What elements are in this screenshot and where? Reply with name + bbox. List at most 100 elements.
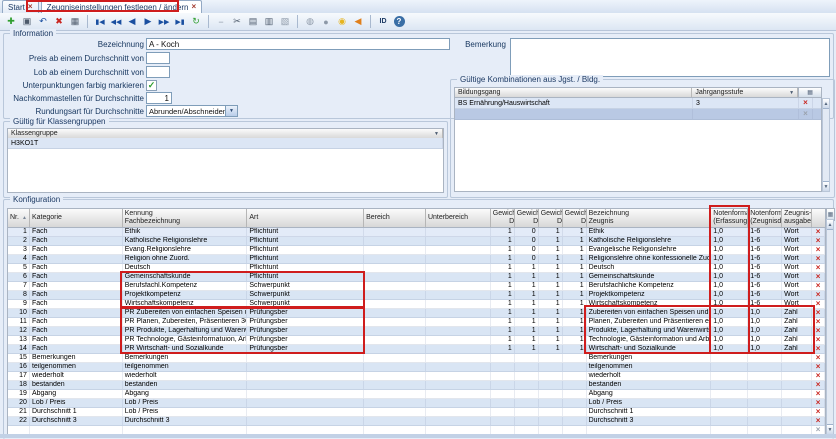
cell-d5[interactable]: 1 — [563, 228, 587, 236]
refresh-grid-button[interactable]: ▦ — [68, 15, 82, 29]
delete-row-icon[interactable]: × — [812, 291, 825, 299]
cell-nf_zeugnisdruck[interactable] — [748, 399, 782, 407]
cell-kennung[interactable]: Projektkompetenz — [123, 291, 248, 299]
cell-ausgabe[interactable] — [782, 363, 812, 371]
cell-kategorie[interactable]: Durchschnitt 1 — [30, 408, 123, 416]
cell-d1[interactable] — [491, 363, 515, 371]
cell-bereich[interactable] — [364, 345, 426, 353]
cell-ausgabe[interactable]: Wort — [782, 264, 812, 272]
column-header-gewicht-d1[interactable]: Gewicht D1 — [491, 209, 515, 227]
cell-ausgabe[interactable]: Wort — [782, 291, 812, 299]
cell-nf_erfassung[interactable] — [711, 390, 748, 398]
cell-d3[interactable] — [515, 408, 539, 416]
cell-bezeichnung[interactable]: Produkte, Lagerhaltung und Warenwirtscha… — [587, 327, 712, 335]
cell-nr[interactable]: 4 — [8, 255, 30, 263]
cell-d5[interactable]: 1 — [563, 255, 587, 263]
cell-d5[interactable] — [563, 390, 587, 398]
cell-kategorie[interactable]: Fach — [30, 291, 123, 299]
cell-unterbereich[interactable] — [426, 318, 491, 326]
lightbulb-button[interactable]: ◉ — [335, 15, 349, 29]
cell-d5[interactable]: 1 — [563, 264, 587, 272]
cell-ausgabe[interactable]: Wort — [782, 300, 812, 308]
cell-kategorie[interactable]: Fach — [30, 336, 123, 344]
cell-art[interactable] — [247, 417, 364, 425]
cell-d1[interactable]: 1 — [491, 300, 515, 308]
cell-unterbereich[interactable] — [426, 381, 491, 389]
cell-nr[interactable]: 7 — [8, 282, 30, 290]
cell-bereich[interactable] — [364, 399, 426, 407]
delete-row-icon[interactable]: × — [812, 273, 825, 281]
cell-bezeichnung[interactable]: teilgenommen — [587, 363, 712, 371]
cell-kennung[interactable]: PR Technologie, Gästeinformatuion, Arbei… — [123, 336, 248, 344]
unlink-button[interactable]: − — [214, 15, 228, 29]
cell-bereich[interactable] — [364, 372, 426, 380]
cell-art[interactable]: Schwerpunkt — [247, 300, 364, 308]
cell-d4[interactable]: 1 — [539, 246, 563, 254]
cell-ausgabe[interactable]: Zahl — [782, 327, 812, 335]
kombinationen-scrollbar[interactable]: ▲ ▼ — [822, 98, 830, 192]
cell-d5[interactable] — [563, 399, 587, 407]
cell-art[interactable]: Pflichtunt — [247, 246, 364, 254]
cell-ausgabe[interactable] — [782, 381, 812, 389]
cell-art[interactable] — [247, 399, 364, 407]
cell-unterbereich[interactable] — [426, 372, 491, 380]
cell-d4[interactable]: 1 — [539, 273, 563, 281]
id-button[interactable]: ID — [376, 15, 390, 29]
cell-nf_zeugnisdruck[interactable]: 1,0 — [748, 336, 782, 344]
column-header-bezeichnung-zeugnis[interactable]: Bezeichnung Zeugnis — [587, 209, 712, 227]
delete-row-icon[interactable]: × — [812, 246, 825, 254]
konfiguration-row[interactable]: 20Lob / PreisLob / PreisLob / Preis× — [8, 399, 825, 408]
cell-d5[interactable]: 1 — [563, 327, 587, 335]
nav-fast-prev-button[interactable]: ◀◀ — [109, 15, 123, 29]
cell-d5[interactable]: 1 — [563, 273, 587, 281]
cell-d1[interactable]: 1 — [491, 327, 515, 335]
delete-row-icon[interactable]: × — [812, 327, 825, 335]
column-header-art[interactable]: Art — [247, 209, 364, 227]
konfiguration-row[interactable]: 11FachPR Planen, Zubereiten, Präsentiere… — [8, 318, 825, 327]
cell-art[interactable]: Pflichtunt — [247, 237, 364, 245]
cell-d1[interactable] — [491, 399, 515, 407]
delete-row-icon[interactable]: × — [812, 228, 825, 236]
cell-kategorie[interactable]: Fach — [30, 300, 123, 308]
cell-art[interactable] — [247, 354, 364, 362]
cell-bereich[interactable] — [364, 327, 426, 335]
delete-row-icon[interactable]: × — [812, 390, 825, 398]
cell-art[interactable] — [247, 390, 364, 398]
cell-d3[interactable]: 0 — [515, 246, 539, 254]
cell-unterbereich[interactable] — [426, 246, 491, 254]
cell-unterbereich[interactable] — [426, 345, 491, 353]
cell-nr[interactable]: 21 — [8, 408, 30, 416]
konfiguration-row[interactable]: 8FachProjektkompetenzSchwerpunkt1111Proj… — [8, 291, 825, 300]
cell-art[interactable]: Prüfungsber — [247, 345, 364, 353]
column-header-klassengruppe[interactable]: Klassengruppe ▼ — [8, 129, 443, 138]
cell-jahrgangsstufe[interactable] — [693, 109, 799, 119]
cell-d1[interactable] — [491, 381, 515, 389]
cell-ausgabe[interactable]: Zahl — [782, 336, 812, 344]
cell-art[interactable]: Prüfungsber — [247, 318, 364, 326]
cell-nf_erfassung[interactable]: 1,0 — [711, 282, 748, 290]
cell-nr[interactable]: 18 — [8, 381, 30, 389]
cell-d1[interactable]: 1 — [491, 273, 515, 281]
cell-d3[interactable]: 1 — [515, 309, 539, 317]
cell-nr[interactable]: 12 — [8, 327, 30, 335]
cell-nf_erfassung[interactable] — [711, 381, 748, 389]
cell-d4[interactable] — [539, 399, 563, 407]
column-header-nr[interactable]: Nr.▲ — [8, 209, 30, 227]
bell-button[interactable]: ◍ — [303, 15, 317, 29]
cell-art[interactable]: Schwerpunkt — [247, 291, 364, 299]
cell-nf_erfassung[interactable]: 1,0 — [711, 291, 748, 299]
cell-kategorie[interactable]: wiederholt — [30, 372, 123, 380]
cell-d1[interactable]: 1 — [491, 228, 515, 236]
cell-nf_zeugnisdruck[interactable]: 1-6 — [748, 264, 782, 272]
cell-nf_erfassung[interactable]: 1,0 — [711, 237, 748, 245]
cell-d3[interactable]: 1 — [515, 273, 539, 281]
cell-d5[interactable] — [563, 354, 587, 362]
cell-kennung[interactable]: Durchschnitt 3 — [123, 417, 248, 425]
column-chooser-button[interactable]: ▦ — [798, 88, 821, 97]
cell-d3[interactable]: 1 — [515, 300, 539, 308]
cell-bezeichnung[interactable]: Religionslehre ohne konfessionelle Zuord… — [587, 255, 712, 263]
cell-d4[interactable] — [539, 417, 563, 425]
cell-d3[interactable]: 1 — [515, 345, 539, 353]
cell-nr[interactable]: 15 — [8, 354, 30, 362]
cell-d1[interactable] — [491, 354, 515, 362]
